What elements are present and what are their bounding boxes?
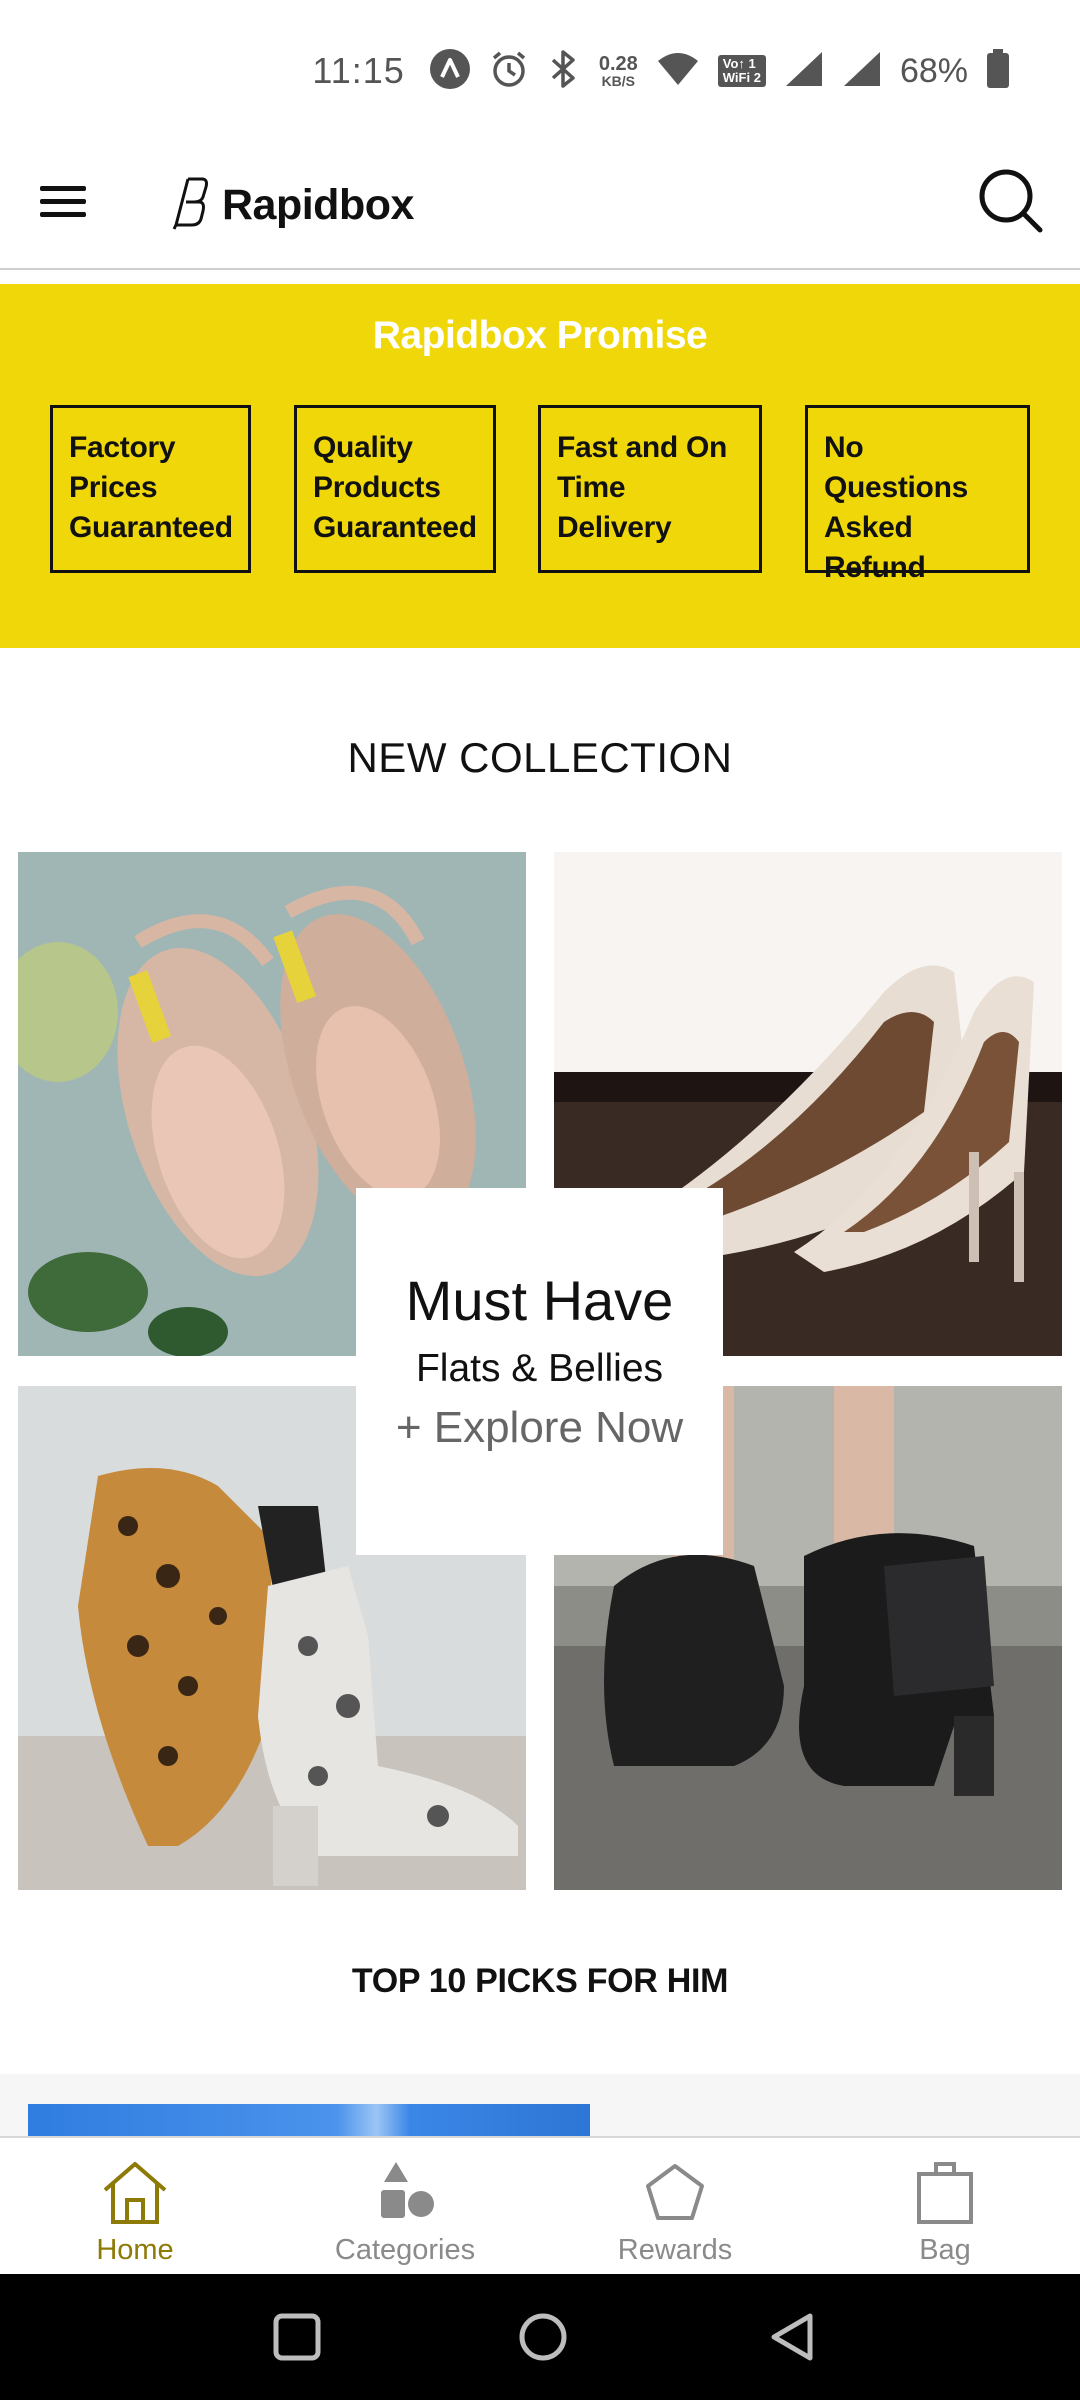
signal-icon-2	[842, 50, 882, 93]
back-button[interactable]	[756, 2302, 826, 2372]
wifi-icon	[656, 51, 700, 92]
back-icon	[771, 2313, 813, 2361]
app-header: Rapidbox	[0, 140, 1080, 270]
recents-icon	[273, 2313, 321, 2361]
collection-heading: NEW COLLECTION	[347, 734, 733, 781]
rewards-icon	[646, 2164, 704, 2220]
battery-percent: 68%	[899, 51, 968, 90]
promise-title: Rapidbox Promise	[372, 314, 708, 357]
signal-icon	[784, 50, 824, 93]
home-circle-icon	[519, 2313, 567, 2361]
nav-bag[interactable]: Bag	[810, 2138, 1080, 2276]
logo-icon	[172, 175, 212, 236]
status-icons: 11:15 0.28 KB/S Vo↑ 1 WiFi 2 68%	[312, 46, 1010, 96]
network-speed: 0.28 KB/S	[598, 53, 638, 89]
alarm-icon	[489, 49, 529, 94]
promise-item-quality-products: Quality Products Guaranteed	[294, 405, 496, 573]
promise-banner: Rapidbox Promise Factory Prices Guarante…	[0, 284, 1080, 648]
app-notification-icon	[429, 48, 471, 95]
categories-icon	[381, 2162, 434, 2218]
promo-subtitle: Flats & Bellies	[415, 1347, 664, 1390]
top-picks-carousel[interactable]	[0, 2074, 1080, 2136]
home-system-button[interactable]	[508, 2302, 578, 2372]
bag-icon	[917, 2162, 973, 2224]
nav-home[interactable]: Home	[0, 2138, 270, 2276]
promise-item-fast-delivery: Fast and On Time Delivery	[538, 405, 762, 573]
app-logo[interactable]: Rapidbox	[172, 164, 414, 246]
menu-button[interactable]	[38, 178, 90, 230]
bluetooth-icon	[547, 48, 581, 95]
menu-icon	[40, 186, 86, 191]
promise-item-refund: No Questions Asked Refund	[805, 405, 1030, 584]
home-icon	[103, 2162, 167, 2224]
nav-rewards[interactable]: Rewards	[540, 2138, 810, 2276]
search-button[interactable]	[970, 160, 1050, 240]
search-icon	[979, 169, 1043, 233]
nav-categories[interactable]: Categories	[270, 2138, 540, 2276]
promise-item-factory-prices: Factory Prices Guaranteed	[50, 405, 251, 573]
status-bar: 11:15 0.28 KB/S Vo↑ 1 WiFi 2 68%	[0, 0, 1080, 140]
battery-icon	[986, 48, 1010, 94]
status-time: 11:15	[312, 50, 405, 91]
vowifi-badge: Vo↑ 1 WiFi 2	[717, 54, 766, 88]
explore-now-link[interactable]: + Explore Now	[356, 1403, 723, 1453]
top-picks-heading: TOP 10 PICKS FOR HIM	[351, 1962, 729, 2000]
pick-thumbnail[interactable]	[28, 2104, 590, 2136]
collection-promo-card[interactable]: Must Have Flats & Bellies + Explore Now	[356, 1188, 723, 1555]
bottom-nav: Home Categories Rewards Bag	[0, 2136, 1080, 2274]
recents-button[interactable]	[262, 2302, 332, 2372]
system-nav-bar	[0, 2274, 1080, 2400]
app-name: Rapidbox	[222, 180, 414, 229]
promo-title: Must Have	[405, 1269, 674, 1332]
